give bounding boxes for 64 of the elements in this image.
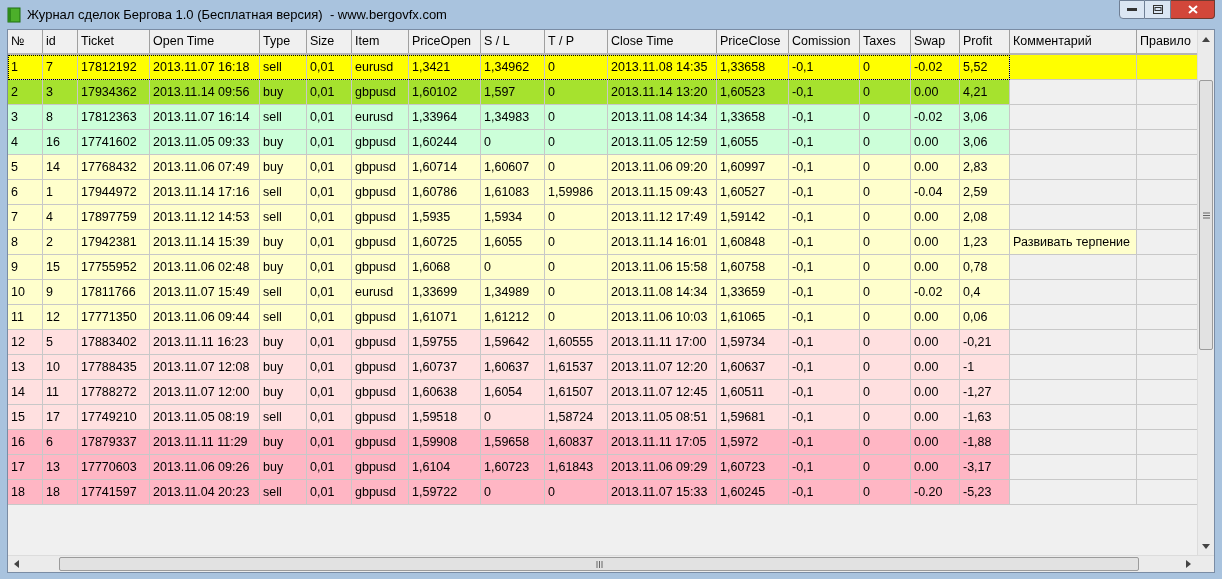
- scroll-left-icon: [14, 560, 19, 568]
- table-row[interactable]: 4 16 17741602 2013.11.05 09:33 buy 0,01 gbpusd 1,60244 0 0 2013.11.05 12:59 1,6055 -0,1 0 0.00 3,06: [8, 130, 1010, 155]
- table-cell: sell: [260, 480, 307, 505]
- table-row[interactable]: 5 14 17768432 2013.11.06 07:49 buy 0,01 gbpusd 1,60714 1,60607 0 2013.11.06 09:20 1,60997 -0,1 0 0.00 2,83: [8, 155, 1010, 180]
- table-cell: 18: [8, 480, 43, 505]
- column-header[interactable]: Open Time: [150, 30, 260, 53]
- grip-icon: [1202, 211, 1210, 219]
- scroll-thumb[interactable]: [1199, 80, 1213, 350]
- scroll-down-icon: [1202, 544, 1210, 549]
- column-header[interactable]: Size: [307, 30, 352, 53]
- table-row[interactable]: 18 18 17741597 2013.11.04 20:23 sell 0,01 gbpusd 1,59722 0 0 2013.11.07 15:33 1,60245 -0,1 0 -0.20 -5,23: [8, 480, 1010, 505]
- table-row[interactable]: 8 2 17942381 2013.11.14 15:39 buy 0,01 gbpusd 1,60725 1,6055 0 2013.11.14 16:01 1,60848 -0,1 0 0.00 1,23: [8, 230, 1010, 255]
- column-header[interactable]: S / L: [481, 30, 545, 53]
- table-cell: 17741597: [78, 480, 150, 505]
- grip-icon: [595, 560, 603, 568]
- comment-cell: Развивать терпение: [1010, 230, 1137, 255]
- table-row[interactable]: 13 10 17788435 2013.11.07 12:08 buy 0,01 gbpusd 1,60737 1,60637 1,61537 2013.11.07 12:20 1,60637 -0,1 0 0.00 -1: [8, 355, 1010, 380]
- column-header[interactable]: Swap: [911, 30, 960, 53]
- table-row[interactable]: 10 9 17811766 2013.11.07 15:49 sell 0,01 eurusd 1,33699 1,34989 0 2013.11.08 14:34 1,33659 -0,1 0 -0.02 0,4: [8, 280, 1010, 305]
- column-header[interactable]: Type: [260, 30, 307, 53]
- close-button[interactable]: [1171, 0, 1215, 19]
- scroll-right-icon: [1186, 560, 1191, 568]
- column-header[interactable]: Taxes: [860, 30, 911, 53]
- column-header[interactable]: id: [43, 30, 78, 53]
- table-row[interactable]: 3 8 17812363 2013.11.07 16:14 sell 0,01 eurusd 1,33964 1,34983 0 2013.11.08 14:34 1,33658 -0,1 0 -0.02 3,06: [8, 105, 1010, 130]
- scroll-thumb[interactable]: [59, 557, 1139, 571]
- table-row[interactable]: 15 17 17749210 2013.11.05 08:19 sell 0,01 gbpusd 1,59518 0 1,58724 2013.11.05 08:51 1,59681 -0,1 0 0.00 -1,63: [8, 405, 1010, 430]
- table-cell: 2013.11.07 15:33: [608, 480, 717, 505]
- minimize-icon: [1127, 7, 1137, 12]
- book-icon: [7, 6, 21, 23]
- table-row[interactable]: 9 15 17755952 2013.11.06 02:48 buy 0,01 gbpusd 1,6068 0 0 2013.11.06 15:58 1,60758 -0,1 0 0.00 0,78: [8, 255, 1010, 280]
- table-cell: 2013.11.04 20:23: [150, 480, 260, 505]
- column-header[interactable]: T / P: [545, 30, 608, 53]
- maximize-button[interactable]: [1145, 0, 1171, 19]
- table-cell: gbpusd: [352, 480, 409, 505]
- table-row[interactable]: 1 7 17812192 2013.11.07 16:18 sell 0,01 eurusd 1,3421 1,34962 0 2013.11.08 14:35 1,33658 -0,1 0 -0.02 5,52: [8, 55, 1010, 80]
- table-row[interactable]: 6 1 17944972 2013.11.14 17:16 sell 0,01 gbpusd 1,60786 1,61083 1,59986 2013.11.15 09:43 1,60527 -0,1 0 -0.04 2,59: [8, 180, 1010, 205]
- column-header[interactable]: Ticket: [78, 30, 150, 53]
- table-row[interactable]: 7 4 17897759 2013.11.12 14:53 sell 0,01 gbpusd 1,5935 1,5934 0 2013.11.12 17:49 1,59142 -0,1 0 0.00 2,08: [8, 205, 1010, 230]
- window-title: Журнал сделок Бергова 1.0 (Бесплатная версия) - www.bergovfx.com: [27, 5, 447, 24]
- table-row[interactable]: 2 3 17934362 2013.11.14 09:56 buy 0,01 gbpusd 1,60102 1,597 0 2013.11.14 13:20 1,60523 -0,1 0 0.00 4,21: [8, 80, 1010, 105]
- vertical-scrollbar[interactable]: [1197, 30, 1214, 555]
- minimize-button[interactable]: [1119, 0, 1145, 19]
- table-row[interactable]: 17 13 17770603 2013.11.06 09:26 buy 0,01 gbpusd 1,6104 1,60723 1,61843 2013.11.06 09:29 1,60723 -0,1 0 0.00 -3,17: [8, 455, 1010, 480]
- column-header[interactable]: Close Time: [608, 30, 717, 53]
- table-cell: -0,1: [789, 480, 860, 505]
- table-row[interactable]: 12 5 17883402 2013.11.11 16:23 buy 0,01 gbpusd 1,59755 1,59642 1,60555 2013.11.11 17:00 1,59734 -0,1 0 0.00 -0,21: [8, 330, 1010, 355]
- table-cell: 0: [481, 480, 545, 505]
- close-icon: [1187, 5, 1198, 14]
- scroll-up-icon: [1202, 37, 1210, 42]
- table-cell: 0,01: [307, 480, 352, 505]
- column-header[interactable]: Comission: [789, 30, 860, 53]
- table-cell: 0: [860, 480, 911, 505]
- maximize-icon: [1152, 5, 1163, 14]
- table-row[interactable]: 14 11 17788272 2013.11.07 12:00 buy 0,01 gbpusd 1,60638 1,6054 1,61507 2013.11.07 12:45 1,60511 -0,1 0 0.00 -1,27: [8, 380, 1010, 405]
- table-cell: 18: [43, 480, 78, 505]
- table-cell: -0.20: [911, 480, 960, 505]
- horizontal-scrollbar[interactable]: [8, 555, 1214, 572]
- table-row[interactable]: 11 12 17771350 2013.11.06 09:44 sell 0,01 gbpusd 1,61071 1,61212 0 2013.11.06 10:03 1,61065 -0,1 0 0.00 0,06: [8, 305, 1010, 330]
- rule-cell: [1137, 55, 1197, 80]
- table-cell: 1,59722: [409, 480, 481, 505]
- table-cell: 1,60245: [717, 480, 789, 505]
- table-cell: 0: [545, 480, 608, 505]
- table-row[interactable]: 16 6 17879337 2013.11.11 11:29 buy 0,01 gbpusd 1,59908 1,59658 1,60837 2013.11.11 17:05 1,5972 -0,1 0 0.00 -1,88: [8, 430, 1010, 455]
